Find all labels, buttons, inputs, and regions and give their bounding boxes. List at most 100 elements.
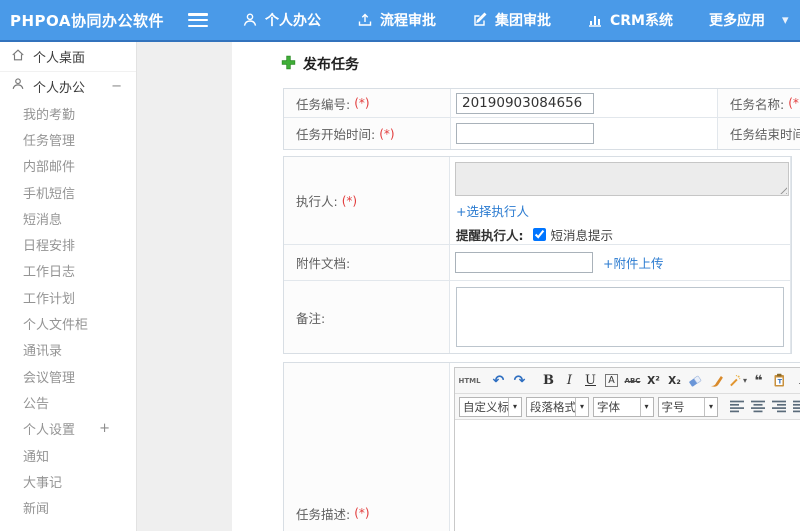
field-label: 执行人: <box>296 194 338 209</box>
blockquote-icon[interactable] <box>749 371 768 391</box>
font-style-box-button[interactable]: A <box>602 371 621 391</box>
sms-remind-checkbox[interactable] <box>532 228 546 241</box>
sidebar-item-schedule[interactable]: 日程安排 <box>0 231 136 257</box>
start-time-field-cell <box>451 118 718 149</box>
paste-icon[interactable]: T <box>770 371 789 391</box>
hamburger-menu-icon[interactable] <box>188 13 208 27</box>
choose-executor-link[interactable]: +选择执行人 <box>456 201 529 220</box>
sidebar-item-notice[interactable]: 通知 <box>0 442 136 468</box>
sidebar-item-short-message[interactable]: 短消息 <box>0 205 136 231</box>
custom-heading-select[interactable]: 自定义标题 <box>459 396 522 417</box>
font-family-select[interactable]: 字体 <box>593 396 654 417</box>
executor-textarea[interactable] <box>455 162 789 196</box>
editor-content-area[interactable] <box>455 420 800 531</box>
sidebar-item-personal-office[interactable]: 个人办公 − <box>0 72 136 100</box>
expand-plus-toggle[interactable]: + <box>99 421 110 436</box>
sidebar-item-label: 个人文件柜 <box>23 318 89 334</box>
attachment-input[interactable] <box>455 252 593 273</box>
top-header-bar: PHPOA协同办公软件 个人办公 流程审批 集团审批 CRM系统 更多应用 <box>0 0 800 42</box>
sidebar-item-news[interactable]: 新闻 <box>0 494 136 520</box>
required-mark: (*) <box>354 96 370 110</box>
align-justify-icon[interactable] <box>791 398 800 416</box>
nav-item-more-apps[interactable]: 更多应用 <box>709 10 789 30</box>
sidebar-item-memorabilia[interactable]: 大事记 <box>0 468 136 494</box>
chevron-down-icon <box>639 397 653 416</box>
select-label: 段落格式 <box>530 399 575 414</box>
html-source-button[interactable]: HTML <box>458 371 480 391</box>
top-nav: 个人办公 流程审批 集团审批 CRM系统 更多应用 <box>242 10 789 30</box>
remark-textarea[interactable] <box>456 287 784 347</box>
paragraph-format-select[interactable]: 段落格式 <box>526 396 589 417</box>
chevron-down-icon <box>704 397 717 416</box>
select-label: 字体 <box>597 399 620 414</box>
sidebar-item-contacts[interactable]: 通讯录 <box>0 337 136 363</box>
nav-item-crm-system[interactable]: CRM系统 <box>587 10 673 30</box>
bold-button[interactable]: B <box>539 371 558 391</box>
sidebar-item-label: 个人设置 <box>23 423 76 439</box>
attachment-field-cell: +附件上传 <box>450 245 791 281</box>
remark-label-cell: 备注: <box>284 281 450 353</box>
sidebar-item-label: 大事记 <box>23 475 63 491</box>
align-center-icon[interactable] <box>749 398 767 416</box>
resize-handle[interactable] <box>778 185 787 194</box>
sidebar-item-internal-mail[interactable]: 内部邮件 <box>0 153 136 179</box>
required-mark: (*) <box>341 193 358 208</box>
sidebar: 个人桌面 个人办公 − 我的考勤 任务管理 内部邮件 手机短信 短消息 日程安排… <box>0 42 137 531</box>
sidebar-item-label: 手机短信 <box>23 186 76 202</box>
redo-icon[interactable] <box>510 371 529 391</box>
sidebar-item-label: 个人桌面 <box>33 51 86 66</box>
subscript-button[interactable]: X₂ <box>665 371 684 391</box>
font-size-select[interactable]: 字号 <box>657 396 718 417</box>
sidebar-item-mobile-sms[interactable]: 手机短信 <box>0 179 136 205</box>
field-label: 任务编号: <box>296 96 351 112</box>
plus-icon <box>281 55 296 74</box>
description-field-cell: HTML B I U A ABC X² X₂ <box>450 363 800 531</box>
nav-item-group-approval[interactable]: 集团审批 <box>472 10 551 30</box>
task-name-label-cell: 任务名称: (*) <box>718 89 800 118</box>
align-right-icon[interactable] <box>770 398 788 416</box>
task-no-input[interactable] <box>456 92 594 114</box>
nav-item-personal-office[interactable]: 个人办公 <box>242 10 321 30</box>
sidebar-item-label: 短消息 <box>23 212 63 228</box>
start-time-input[interactable] <box>456 123 594 144</box>
nav-label: 个人办公 <box>265 13 321 29</box>
sidebar-item-label: 日程安排 <box>23 239 76 255</box>
superscript-button[interactable]: X² <box>644 371 663 391</box>
field-label: 任务描述: <box>296 506 351 522</box>
svg-text:T: T <box>778 378 783 386</box>
sidebar-item-my-attendance[interactable]: 我的考勤 <box>0 100 136 126</box>
required-mark: (*) <box>354 506 370 520</box>
publish-task-form: 任务编号: (*) 任务名称: (*) 任务开始时间: (*) 任务结束时间: … <box>283 88 800 531</box>
field-label: 任务开始时间: <box>296 127 376 142</box>
sidebar-item-task-management[interactable]: 任务管理 <box>0 126 136 152</box>
nav-item-workflow-approval[interactable]: 流程审批 <box>357 10 436 30</box>
end-time-label-cell: 任务结束时间: (*) <box>718 118 800 149</box>
eraser-icon[interactable] <box>686 371 705 391</box>
attachment-upload-link[interactable]: +附件上传 <box>603 253 663 272</box>
sms-remind-label: 短消息提示 <box>550 228 614 243</box>
magic-pen-icon[interactable] <box>728 371 747 391</box>
undo-icon[interactable] <box>489 371 508 391</box>
align-left-icon[interactable] <box>728 398 746 416</box>
underline-button[interactable]: U <box>581 371 600 391</box>
start-time-label-cell: 任务开始时间: (*) <box>284 118 451 149</box>
sidebar-item-meeting-management[interactable]: 会议管理 <box>0 363 136 389</box>
sidebar-item-label: 工作计划 <box>23 291 76 307</box>
bar-chart-icon <box>587 12 603 28</box>
home-icon <box>11 48 25 66</box>
attachment-label-cell: 附件文档: <box>284 245 450 281</box>
sidebar-item-personal-settings[interactable]: 个人设置 + <box>0 416 136 442</box>
sidebar-item-personal-desktop[interactable]: 个人桌面 <box>0 42 136 72</box>
select-label: 自定义标题 <box>463 399 508 414</box>
sidebar-item-announcement[interactable]: 公告 <box>0 389 136 415</box>
sidebar-item-personal-files[interactable]: 个人文件柜 <box>0 310 136 336</box>
main-content-panel: 发布任务 任务编号: (*) 任务名称: (*) 任务开始时间: (*) <box>232 42 800 531</box>
nav-label: CRM系统 <box>610 13 673 29</box>
sidebar-item-work-plan[interactable]: 工作计划 <box>0 284 136 310</box>
strikethrough-button[interactable]: ABC <box>623 371 642 391</box>
format-brush-icon[interactable] <box>707 371 726 391</box>
sidebar-item-label: 会议管理 <box>23 370 76 386</box>
sidebar-item-work-log[interactable]: 工作日志 <box>0 258 136 284</box>
collapse-minus-toggle[interactable]: − <box>111 79 122 94</box>
italic-button[interactable]: I <box>560 371 579 391</box>
